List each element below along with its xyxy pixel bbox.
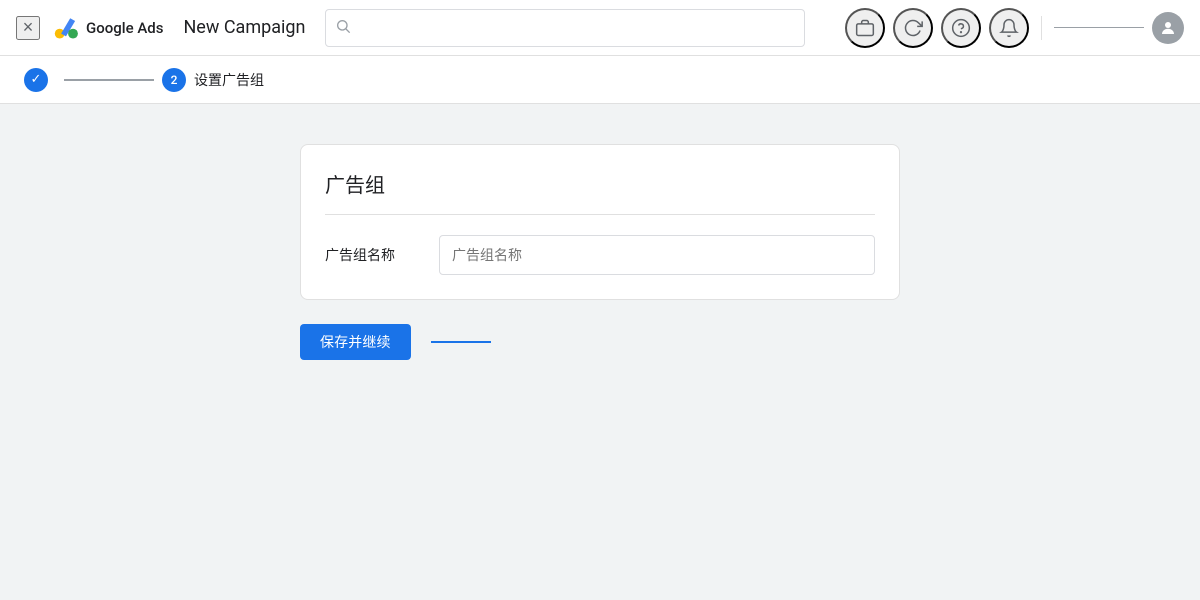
ad-group-name-label: 广告组名称: [325, 245, 415, 265]
topnav-left: × Google Ads New Campaign: [16, 14, 305, 42]
topnav-right: [845, 8, 1184, 48]
nav-divider: [1041, 16, 1042, 40]
skip-link-underline[interactable]: [431, 341, 491, 343]
section-divider: [325, 214, 875, 215]
google-ads-logo: Google Ads: [52, 14, 163, 42]
step2-label: 设置广告组: [194, 70, 264, 90]
save-continue-button[interactable]: 保存并继续: [300, 324, 411, 360]
google-ads-logo-icon: [52, 14, 80, 42]
top-nav: × Google Ads New Campaign: [0, 0, 1200, 56]
search-input[interactable]: [325, 9, 805, 47]
main-content: 广告组 广告组名称 保存并继续: [0, 104, 1200, 400]
step1-circle: ✓: [24, 68, 48, 92]
step1: ✓: [24, 68, 162, 92]
campaign-title: New Campaign: [183, 17, 305, 38]
refresh-button[interactable]: [893, 8, 933, 48]
ad-group-name-row: 广告组名称: [325, 235, 875, 275]
ad-group-name-input[interactable]: [439, 235, 875, 275]
step2: 2 设置广告组: [162, 68, 264, 92]
briefcase-button[interactable]: [845, 8, 885, 48]
avatar[interactable]: [1152, 12, 1184, 44]
search-bar-container: [325, 9, 805, 47]
step1-line: [64, 79, 154, 81]
ad-group-card: 广告组 广告组名称: [300, 144, 900, 300]
bell-button[interactable]: [989, 8, 1029, 48]
section-title: 广告组: [325, 169, 875, 198]
account-selector[interactable]: [1054, 27, 1144, 28]
stepbar: ✓ 2 设置广告组: [0, 56, 1200, 104]
step2-circle: 2: [162, 68, 186, 92]
close-button[interactable]: ×: [16, 16, 40, 40]
logo-text: Google Ads: [86, 19, 163, 37]
help-button[interactable]: [941, 8, 981, 48]
actions-row: 保存并继续: [300, 324, 900, 360]
